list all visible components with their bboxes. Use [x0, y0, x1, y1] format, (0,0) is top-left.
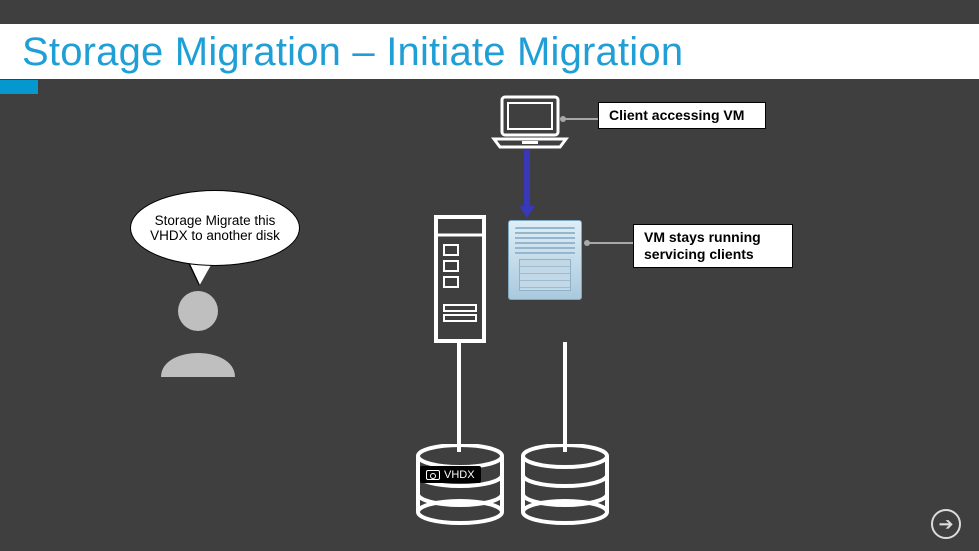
disk-stack-left-icon — [413, 444, 507, 530]
next-slide-button[interactable]: ➔ — [931, 509, 961, 539]
slide-title: Storage Migration – Initiate Migration — [22, 30, 979, 75]
vm-server-icon — [508, 220, 582, 300]
arrow-right-icon: ➔ — [938, 514, 953, 535]
user-icon — [155, 287, 241, 379]
label-vm-running: VM stays running servicing clients — [633, 224, 793, 268]
disk-stack-right-icon — [518, 444, 612, 530]
host-server-icon — [430, 215, 500, 345]
connector-host-disk-right — [563, 342, 567, 452]
laptop-icon — [490, 95, 570, 151]
arrow-client-to-vm — [524, 150, 530, 208]
speech-bubble: Storage Migrate this VHDX to another dis… — [130, 190, 300, 266]
hard-drive-icon — [426, 470, 440, 480]
accent-tab — [0, 80, 38, 94]
vhdx-chip: VHDX — [420, 466, 481, 483]
label-client-accessing-vm: Client accessing VM — [598, 102, 766, 129]
connector-host-disk-left — [457, 342, 461, 452]
vhdx-label: VHDX — [444, 469, 475, 481]
slide: Storage Migration – Initiate Migration C… — [0, 0, 979, 551]
speech-text: Storage Migrate this VHDX to another dis… — [147, 213, 283, 243]
title-bar: Storage Migration – Initiate Migration — [0, 24, 979, 79]
